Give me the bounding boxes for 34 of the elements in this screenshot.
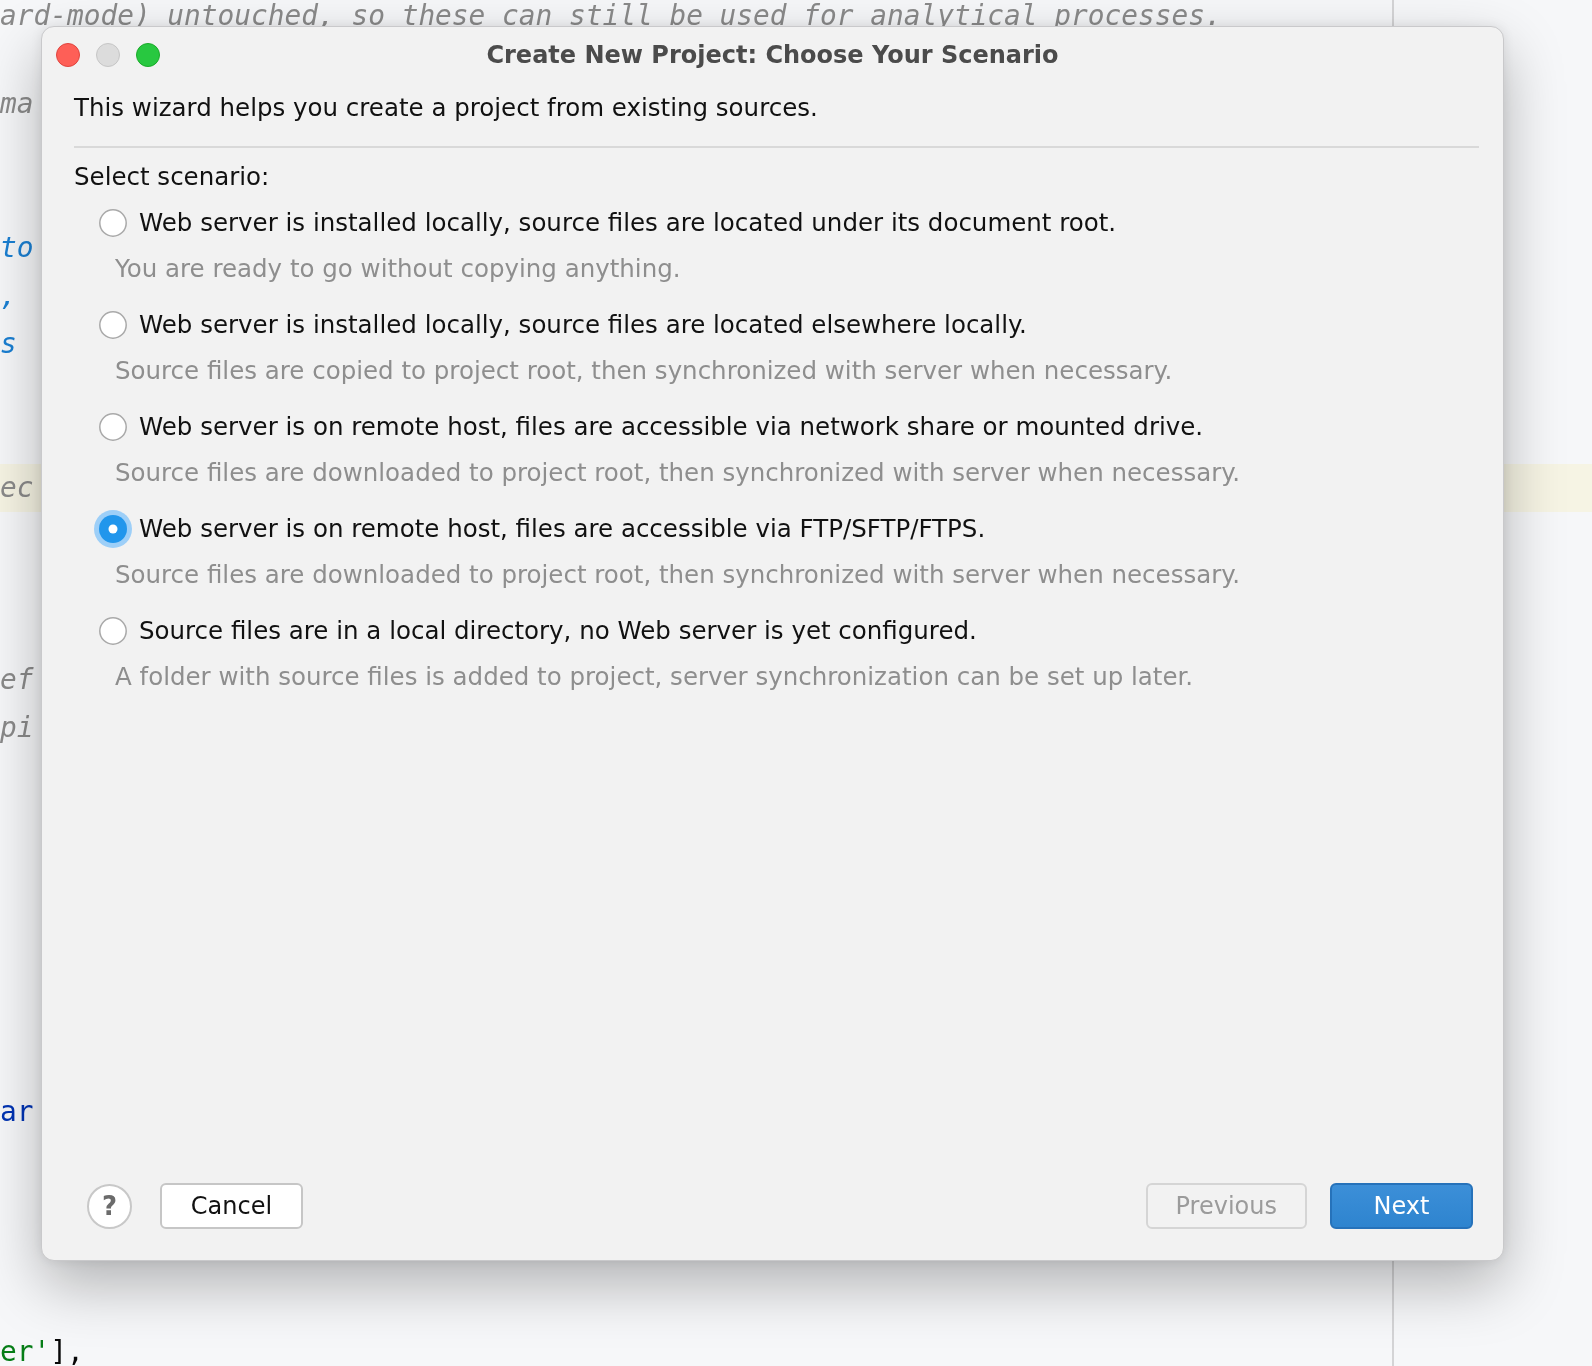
option-description: Source files are downloaded to project root, then synchronized with server when necessary. (114, 560, 1241, 590)
window-title: Create New Project: Choose Your Scenario (486, 40, 1059, 69)
option-description: A folder with source files is added to project, server synchronization can be set up later. (114, 662, 1194, 692)
option-label[interactable]: Web server is on remote host, files are accessible via FTP/SFTP/FTPS. (139, 514, 986, 544)
option-label[interactable]: Web server is installed locally, source files are located under its document root. (139, 208, 1117, 238)
intro-text: This wizard helps you create a project from existing sources. (74, 93, 819, 123)
radio-button[interactable] (94, 510, 132, 548)
code-text: er' (0, 1338, 51, 1366)
code-text: ma (0, 90, 34, 118)
option-description: Source files are downloaded to project root, then synchronized with server when necessary. (114, 458, 1241, 488)
dialog-button[interactable]: Cancel (160, 1183, 303, 1229)
option-label[interactable]: Web server is on remote host, files are accessible via network share or mounted drive. (139, 412, 1204, 442)
code-text: ar (0, 1098, 34, 1126)
code-text: ef (0, 666, 34, 694)
radio-button[interactable] (99, 209, 127, 237)
code-text: ec (0, 474, 34, 502)
help-button[interactable]: ? (87, 1183, 132, 1229)
next-button[interactable]: Next (1330, 1183, 1473, 1229)
option-description: You are ready to go without copying anything. (114, 254, 681, 284)
code-text: ard-mode) untouched, so these can still be used for analytical processes. (0, 2, 1222, 30)
radio-button[interactable] (99, 413, 127, 441)
zoom-button[interactable] (136, 42, 160, 67)
code-text: pi (0, 714, 34, 742)
option-label[interactable]: Source files are in a local directory, no Web server is yet configured. (139, 616, 977, 646)
code-text: s (0, 330, 17, 358)
code-text: , (0, 282, 17, 310)
code-text: to (0, 234, 34, 262)
radio-button[interactable] (99, 311, 127, 339)
radio-button[interactable] (99, 617, 127, 645)
option-description: Source files are copied to project root, then synchronized with server when necessary. (114, 356, 1173, 386)
code-text: ], (50, 1338, 84, 1366)
close-button[interactable] (56, 42, 80, 67)
prompt-label: Select scenario: (74, 162, 271, 192)
option-label[interactable]: Web server is installed locally, source files are located elsewhere locally. (139, 310, 1027, 340)
